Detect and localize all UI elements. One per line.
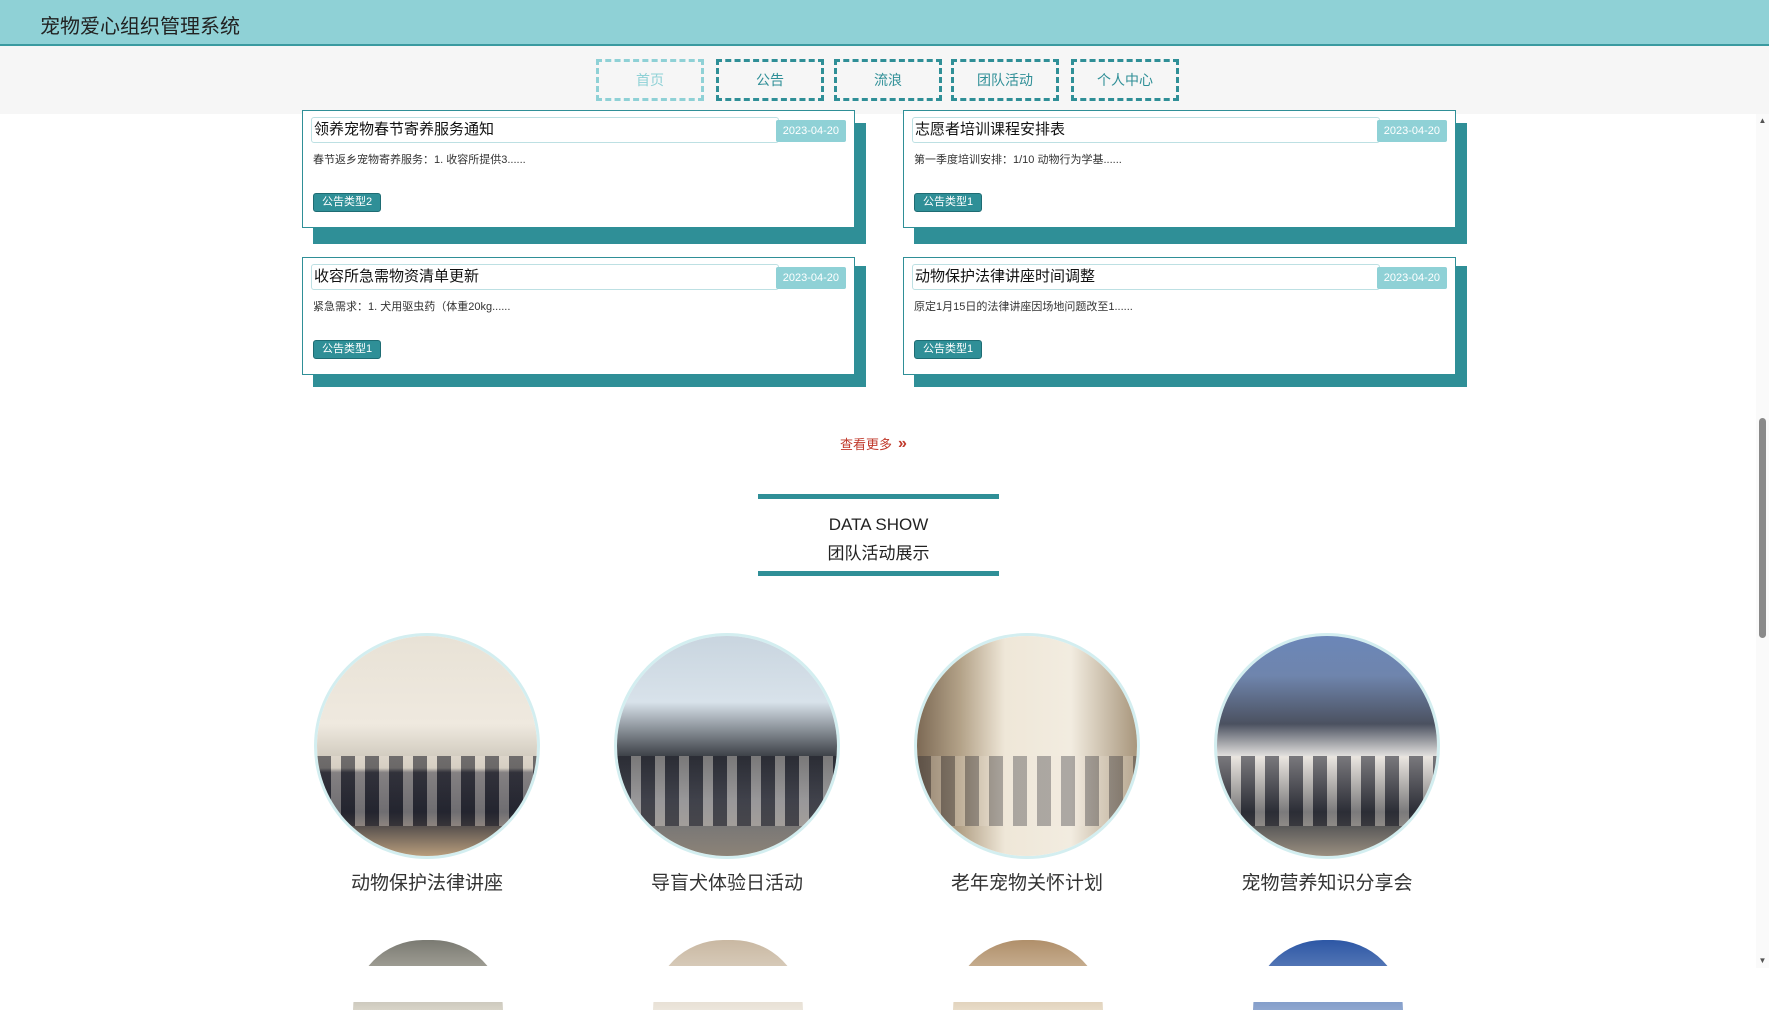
notice-summary: 原定1月15日的法律讲座因场地问题改至1...... [914,301,1133,313]
activity-name[interactable]: 宠物营养知识分享会 [1212,868,1442,895]
section-title-cn: 团队活动展示 [827,544,930,563]
photo-figures [917,756,1137,826]
notice-title[interactable]: 动物保护法律讲座时间调整 [912,264,1380,290]
notice-type-badge: 公告类型1 [914,193,983,212]
more-link-label: 查看更多 [840,437,893,452]
nav-item-personal-center[interactable]: 个人中心 [1071,59,1179,101]
notice-title[interactable]: 收容所急需物资清单更新 [311,264,779,290]
notice-type-badge: 公告类型1 [313,340,382,359]
activity-photo[interactable] [617,636,837,856]
card-body[interactable]: 动物保护法律讲座时间调整 2023-04-20 原定1月15日的法律讲座因场地问… [903,257,1456,375]
page-bottom [0,966,1756,1002]
app-title: 宠物爱心组织管理系统 [40,16,240,38]
nav-item-notice[interactable]: 公告 [716,59,824,101]
activity-photo[interactable] [1217,636,1437,856]
nav-item-stray[interactable]: 流浪 [834,59,942,101]
photo-figures [317,756,537,826]
photo-figures [617,756,837,826]
notice-summary: 紧急需求：1. 犬用驱虫药（体重20kg...... [313,301,511,313]
notice-card[interactable]: 领养宠物春节寄养服务通知 2023-04-20 春节返乡宠物寄养服务：1. 收容… [302,110,866,244]
activity-item[interactable]: 老年宠物关怀计划 [912,636,1142,895]
section-title: DATA SHOW 团队活动展示 [758,494,999,576]
notice-card[interactable]: 志愿者培训课程安排表 2023-04-20 第一季度培训安排：1/10 动物行为… [903,110,1467,244]
nav-item-home[interactable]: 首页 [596,59,704,101]
activity-name[interactable]: 动物保护法律讲座 [312,868,542,895]
activity-photo[interactable] [917,636,1137,856]
notice-date: 2023-04-20 [1376,120,1447,142]
notice-title[interactable]: 志愿者培训课程安排表 [912,117,1380,143]
activity-name[interactable]: 老年宠物关怀计划 [912,868,1142,895]
notice-card[interactable]: 收容所急需物资清单更新 2023-04-20 紧急需求：1. 犬用驱虫药（体重2… [302,257,866,387]
notice-date: 2023-04-20 [1376,267,1447,289]
activity-item[interactable]: 宠物营养知识分享会 [1212,636,1442,895]
nav-item-team-activity[interactable]: 团队活动 [951,59,1059,101]
card-body[interactable]: 领养宠物春节寄养服务通知 2023-04-20 春节返乡宠物寄养服务：1. 收容… [302,110,855,228]
app-header: 宠物爱心组织管理系统 [0,0,1769,46]
notice-date: 2023-04-20 [775,267,846,289]
activity-photo[interactable] [317,636,537,856]
scroll-thumb[interactable] [1759,418,1766,638]
section-title-en: DATA SHOW [828,515,929,534]
notice-type-badge: 公告类型2 [313,193,382,212]
card-body[interactable]: 志愿者培训课程安排表 2023-04-20 第一季度培训安排：1/10 动物行为… [903,110,1456,228]
nav-bar: 首页 公告 流浪 团队活动 个人中心 [0,46,1769,114]
notice-summary: 第一季度培训安排：1/10 动物行为学基...... [914,154,1122,166]
activity-name[interactable]: 导盲犬体验日活动 [612,868,842,895]
activity-item[interactable]: 导盲犬体验日活动 [612,636,842,895]
double-chevron-right-icon: » [898,434,907,452]
card-body[interactable]: 收容所急需物资清单更新 2023-04-20 紧急需求：1. 犬用驱虫药（体重2… [302,257,855,375]
activity-item[interactable]: 动物保护法律讲座 [312,636,542,895]
vertical-scrollbar[interactable]: ▲ ▼ [1756,114,1769,968]
more-link[interactable]: 查看更多 » [840,434,907,453]
notice-title[interactable]: 领养宠物春节寄养服务通知 [311,117,779,143]
scroll-down-arrow-icon[interactable]: ▼ [1756,954,1769,968]
notice-date: 2023-04-20 [775,120,846,142]
photo-figures [1217,756,1437,826]
notice-card[interactable]: 动物保护法律讲座时间调整 2023-04-20 原定1月15日的法律讲座因场地问… [903,257,1467,387]
notice-summary: 春节返乡宠物寄养服务：1. 收容所提供3...... [313,154,526,166]
scroll-up-arrow-icon[interactable]: ▲ [1756,114,1769,128]
notice-type-badge: 公告类型1 [914,340,983,359]
